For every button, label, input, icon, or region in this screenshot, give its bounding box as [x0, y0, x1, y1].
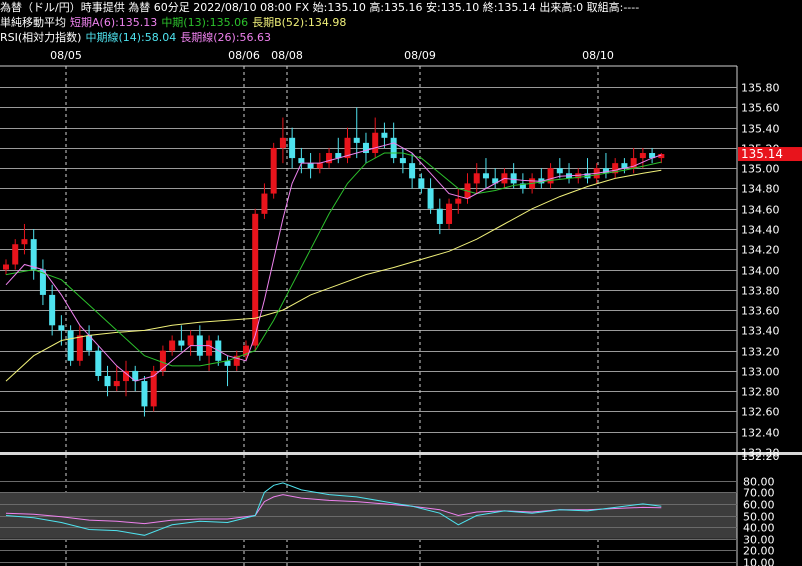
candle-body — [104, 375, 111, 387]
price-tick-label: 134.60 — [741, 204, 780, 217]
price-tick-label: 134.80 — [741, 183, 780, 196]
candle-body — [482, 173, 489, 179]
candle-body — [381, 132, 388, 138]
candle-body — [3, 264, 9, 270]
candle-body — [298, 158, 305, 164]
candle-body — [178, 340, 185, 346]
candle-body — [141, 381, 148, 407]
candle-body — [436, 208, 443, 224]
candle-body — [390, 137, 397, 159]
candle-body — [399, 158, 406, 164]
price-tick-label: 132.60 — [741, 406, 780, 419]
candle-body — [353, 137, 360, 143]
date-label: 08/10 — [582, 49, 614, 62]
candle-body — [279, 137, 286, 148]
candle-body — [49, 294, 56, 326]
date-label: 08/08 — [271, 49, 303, 62]
candle-body — [289, 137, 296, 159]
ma-long-line — [5, 169, 662, 382]
price-tick-label: 134.00 — [741, 265, 780, 278]
candle-body — [427, 188, 434, 209]
candle-body — [510, 173, 517, 184]
price-tick-label: 133.40 — [741, 325, 780, 338]
candle-body — [316, 163, 323, 169]
candle-body — [556, 168, 563, 174]
candle-body — [270, 147, 277, 194]
candle-body — [261, 193, 268, 214]
price-tick-label: 133.20 — [741, 346, 780, 359]
candle-body — [455, 198, 462, 204]
price-tick-label: 133.80 — [741, 285, 780, 298]
price-tick-label: 132.80 — [741, 386, 780, 399]
candle-body — [95, 350, 102, 376]
date-label: 08/09 — [404, 49, 436, 62]
price-tick-label: 135.00 — [741, 163, 780, 176]
date-label: 08/05 — [50, 49, 82, 62]
price-tick-label: 135.40 — [741, 123, 780, 136]
price-tick-label: 132.40 — [741, 427, 780, 440]
price-tick-label: 135.60 — [741, 102, 780, 115]
candle-body — [639, 153, 646, 159]
price-tick-label: 133.00 — [741, 366, 780, 379]
candle-body — [122, 370, 129, 382]
candle-body — [307, 163, 314, 169]
candle-body — [21, 239, 28, 245]
candle-body — [372, 132, 379, 154]
candle-body — [187, 335, 194, 346]
candle-body — [76, 335, 83, 361]
candle-body — [67, 330, 74, 361]
candle-body — [446, 203, 453, 224]
price-tick-label: 134.40 — [741, 224, 780, 237]
price-tick-label: 133.60 — [741, 305, 780, 318]
candle-body — [409, 163, 416, 179]
price-tick-label: 132.20 — [741, 450, 780, 463]
rsi-tick-label: 10.00 — [743, 557, 775, 566]
candle-body — [113, 381, 120, 387]
panel-divider — [0, 452, 802, 455]
price-tick-label: 135.80 — [741, 82, 780, 95]
candle-body — [12, 244, 19, 265]
price-chart[interactable]: 135.80135.60135.40135.20135.00134.80134.… — [0, 0, 802, 566]
candle-body — [30, 239, 37, 270]
candle-body — [169, 340, 176, 351]
price-tick-label: 134.20 — [741, 244, 780, 257]
candle-body — [206, 340, 213, 356]
candle-body — [58, 325, 65, 331]
last-price-label: 135.14 — [741, 147, 783, 161]
date-label: 08/06 — [228, 49, 260, 62]
candle-body — [418, 178, 425, 189]
candle-body — [473, 173, 480, 184]
